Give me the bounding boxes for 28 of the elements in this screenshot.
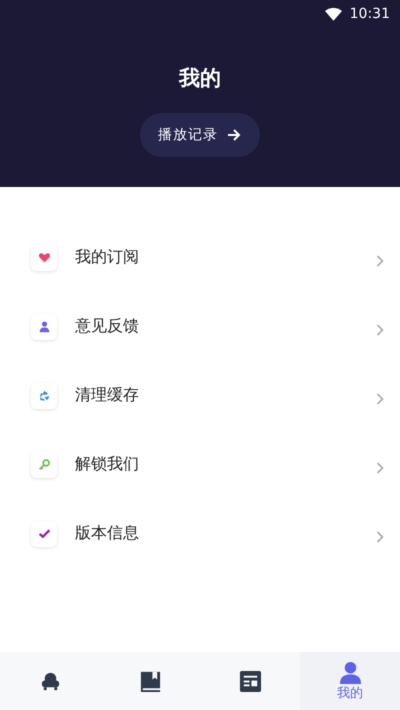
nav-tab[interactable]: 我的 — [300, 652, 400, 710]
menu-item[interactable]: 我的订阅 — [0, 223, 400, 292]
wifi-icon — [324, 7, 342, 21]
menu-item[interactable]: 清理缓存 — [0, 361, 400, 430]
key-icon — [31, 452, 57, 478]
chevron-right-icon — [376, 530, 384, 542]
arrow-right-icon — [226, 127, 242, 143]
history-button[interactable]: 播放记录 — [140, 113, 260, 157]
menu-item[interactable]: 意见反馈 — [0, 292, 400, 361]
article-icon — [238, 670, 262, 692]
chevron-right-icon — [376, 392, 384, 404]
menu-label: 解锁我们 — [75, 454, 140, 475]
recycle-icon — [31, 382, 57, 408]
check-icon — [31, 520, 57, 546]
menu-item[interactable]: 版本信息 — [0, 499, 400, 568]
person-icon — [338, 660, 362, 684]
menu-label: 意见反馈 — [75, 316, 140, 337]
menu-item[interactable]: 解锁我们 — [0, 430, 400, 499]
menu-label: 版本信息 — [75, 523, 140, 544]
menu-label: 清理缓存 — [75, 385, 140, 406]
book-icon — [138, 670, 162, 692]
person-icon — [31, 314, 57, 340]
menu-label: 我的订阅 — [75, 247, 140, 268]
chevron-right-icon — [376, 462, 384, 474]
chevron-right-icon — [376, 254, 384, 266]
status-time: 10:31 — [350, 6, 390, 22]
page-title: 我的 — [179, 65, 221, 92]
chevron-right-icon — [376, 324, 384, 336]
